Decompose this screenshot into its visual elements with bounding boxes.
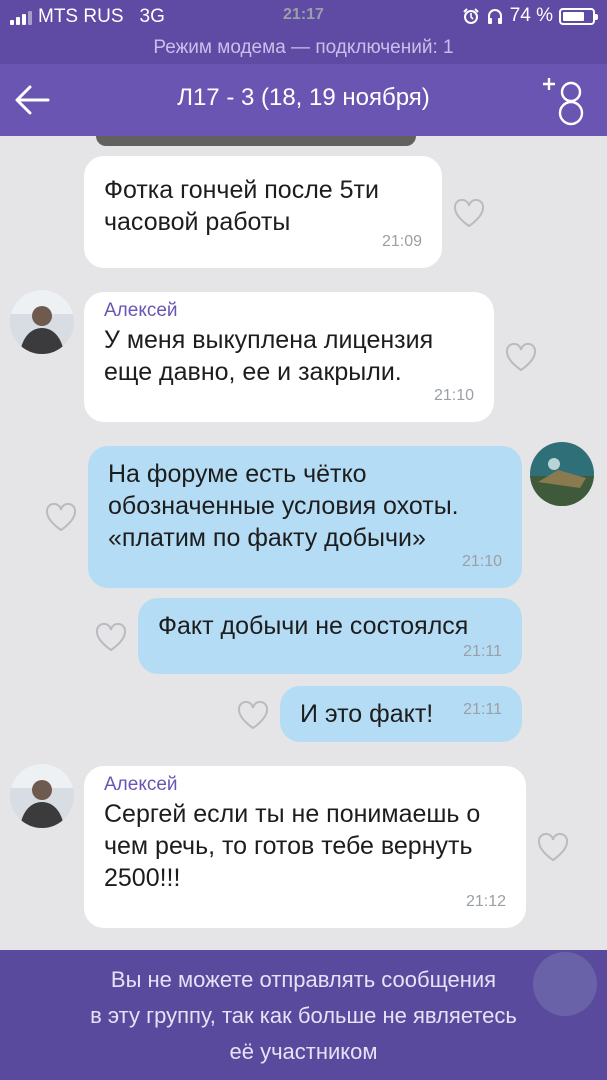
notice-line-2: в эту группу, так как больше не являетес… xyxy=(90,1003,517,1028)
message-text: Фотка гончей после 5ти часовой работы xyxy=(104,176,379,236)
status-bar: MTS RUS 3G 21:17 74 % xyxy=(0,0,607,34)
like-heart-icon[interactable] xyxy=(44,502,78,532)
battery-percent: 74 % xyxy=(509,5,553,26)
message-time: 21:09 xyxy=(381,233,422,250)
message-text: На форуме есть чётко обозначенные услови… xyxy=(108,460,459,552)
message-bubble[interactable]: Фотка гончей после 5ти часовой работы 21… xyxy=(84,156,442,268)
headphones-icon xyxy=(487,9,502,24)
photo-message-edge[interactable] xyxy=(96,136,416,146)
like-heart-icon[interactable] xyxy=(452,198,486,228)
like-heart-icon[interactable] xyxy=(504,342,538,372)
like-heart-icon[interactable] xyxy=(236,700,270,730)
message-bubble[interactable]: Алексей У меня выкуплена лицензия еще да… xyxy=(84,292,494,422)
message-bubble[interactable]: На форуме есть чётко обозначенные услови… xyxy=(88,446,522,588)
message-time: 21:10 xyxy=(433,387,474,404)
sender-name[interactable]: Алексей xyxy=(104,300,474,322)
notice-line-1: Вы не можете отправлять сообщения xyxy=(110,967,497,992)
chat-title[interactable]: Л17 - 3 (18, 19 ноября) xyxy=(70,84,537,112)
notice-line-3: её участником xyxy=(229,1039,378,1064)
message-text: У меня выкуплена лицензия еще давно, ее … xyxy=(104,326,434,386)
message-text: Факт добычи не состоялся xyxy=(158,612,469,640)
message-list[interactable]: Фотка гончей после 5ти часовой работы 21… xyxy=(0,136,607,950)
avatar[interactable] xyxy=(10,290,74,354)
hotspot-banner[interactable]: Режим модема — подключений: 1 xyxy=(0,34,607,64)
message-time: 21:12 xyxy=(465,893,506,910)
message-bubble[interactable]: И это факт! 21:11 xyxy=(280,686,522,742)
avatar[interactable] xyxy=(10,764,74,828)
cannot-send-banner: Вы не можете отправлять сообщения в эту … xyxy=(0,950,607,1080)
like-heart-icon[interactable] xyxy=(536,832,570,862)
message-bubble[interactable]: Факт добычи не состоялся 21:11 xyxy=(138,598,522,674)
battery-icon xyxy=(559,7,598,25)
alarm-icon xyxy=(462,8,479,24)
message-bubble[interactable]: Алексей Сергей если ты не понимаешь о че… xyxy=(84,766,526,928)
message-time: 21:11 xyxy=(463,643,502,660)
message-time: 21:10 xyxy=(461,553,502,570)
avatar[interactable] xyxy=(530,442,594,506)
chat-header: Л17 - 3 (18, 19 ноября) xyxy=(0,64,607,136)
like-heart-icon[interactable] xyxy=(94,622,128,652)
sender-name[interactable]: Алексей xyxy=(104,774,506,796)
message-text: Сергей если ты не понимаешь о чем речь, … xyxy=(104,800,481,892)
add-participant-icon[interactable] xyxy=(543,76,587,126)
back-arrow-icon[interactable] xyxy=(12,82,52,118)
message-time: 21:11 xyxy=(463,701,502,718)
